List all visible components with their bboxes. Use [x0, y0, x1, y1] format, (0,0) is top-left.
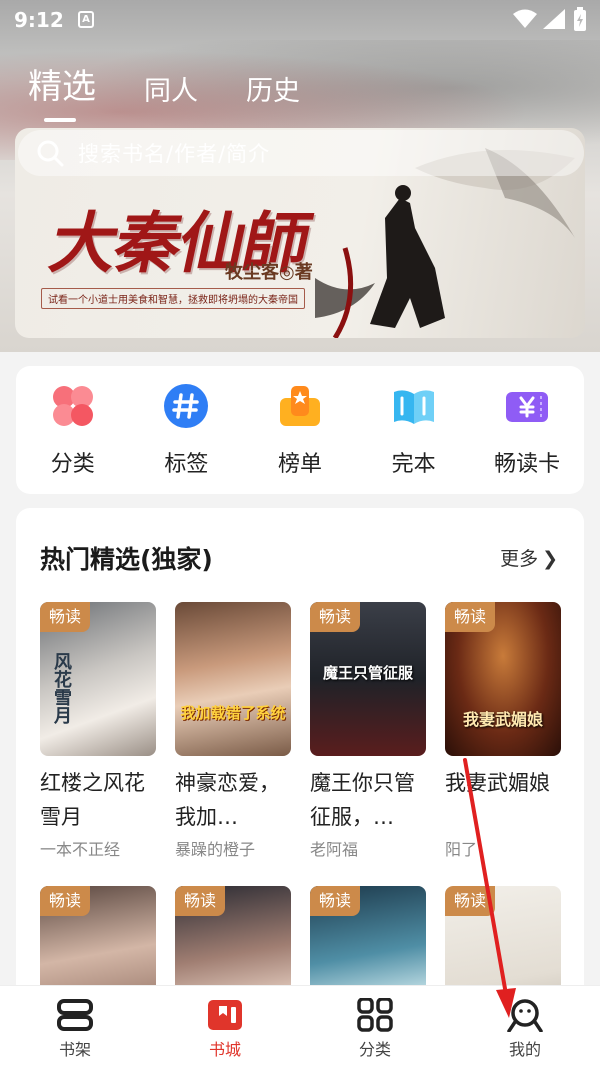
book-cover: 畅读 魔王只管征服 — [310, 602, 426, 756]
wifi-icon — [513, 9, 537, 28]
search-placeholder: 搜索书名/作者/简介 — [78, 142, 271, 166]
book-author: 阳了 — [445, 840, 478, 859]
book-cover: 我加载错了系统 — [175, 602, 291, 756]
battery-icon — [574, 7, 586, 31]
banner-slogan: 试看一个小道士用美食和智慧，拯救即将坍塌的大秦帝国 — [41, 288, 305, 309]
hashtag-icon — [164, 384, 209, 428]
bookstore-icon — [208, 1000, 242, 1030]
tag-badge: 畅读 — [445, 602, 495, 632]
banner-author: 牧尘客◎著 — [225, 262, 313, 283]
more-link[interactable]: 更多 ❯ — [500, 544, 558, 571]
entry-category[interactable]: 分类 — [16, 366, 130, 494]
category-grid-icon — [357, 998, 393, 1032]
signal-icon — [543, 9, 565, 29]
tab-featured[interactable]: 精选 — [28, 59, 96, 122]
book-card[interactable]: 畅读 魔王只管征服 魔王你只管征服，… 老阿福 — [310, 602, 426, 860]
book-author: 一本不正经 — [40, 840, 121, 859]
nav-bookshelf[interactable]: 书架 — [0, 986, 150, 1068]
section-title: 热门精选(独家) — [40, 545, 213, 574]
entry-completed-label: 完本 — [391, 452, 436, 477]
book-card[interactable]: 我加载错了系统 神豪恋爱，我加… 暴躁的橙子 — [175, 602, 291, 860]
more-label: 更多 — [500, 548, 539, 570]
profile-icon — [507, 999, 543, 1032]
book-title: 神豪恋爱，我加… — [175, 771, 280, 829]
nav-category[interactable]: 分类 — [300, 986, 450, 1068]
open-book-icon — [393, 390, 434, 424]
book-cover: 畅读 风花雪月 — [40, 602, 156, 756]
hot-picks-section: 热门精选(独家) 更多 ❯ 畅读 风花雪月 红楼之风花雪月 一本不正经 我加载错了… — [16, 508, 584, 1068]
ranking-icon — [279, 386, 320, 426]
cover-title: 魔王只管征服 — [322, 664, 413, 682]
nav-category-label: 分类 — [358, 1040, 391, 1059]
book-title: 红楼之风花雪月 — [40, 771, 145, 829]
entry-tags[interactable]: 标签 — [130, 366, 244, 494]
entry-completed[interactable]: 完本 — [357, 366, 471, 494]
tab-history[interactable]: 历史 — [246, 69, 300, 108]
tag-badge: 畅读 — [40, 602, 90, 632]
cover-title: 我妻武媚娘 — [462, 710, 543, 729]
book-title: 我妻武媚娘 — [445, 771, 550, 795]
quick-entry-bar: 分类 标签 榜单 完本 畅读卡 — [16, 366, 584, 494]
book-author: 老阿福 — [310, 840, 359, 859]
entry-ranking[interactable]: 榜单 — [243, 366, 357, 494]
status-bar: 9:12 A — [0, 0, 600, 40]
book-title: 魔王你只管征服，… — [310, 771, 415, 829]
nav-profile[interactable]: 我的 — [450, 986, 600, 1068]
entry-tags-label: 标签 — [164, 452, 209, 477]
nav-bookshelf-label: 书架 — [58, 1040, 91, 1059]
entry-read-card[interactable]: 畅读卡 — [470, 366, 584, 494]
book-author: 暴躁的橙子 — [175, 840, 256, 859]
cover-title: 我加载错了系统 — [180, 704, 286, 722]
tab-fanfic[interactable]: 同人 — [144, 69, 198, 108]
tag-badge: 畅读 — [310, 886, 360, 916]
chevron-right-icon: ❯ — [542, 548, 558, 570]
cover-title: 风花雪月 — [51, 652, 72, 724]
nav-profile-label: 我的 — [508, 1040, 541, 1059]
search-icon — [37, 140, 64, 167]
book-card[interactable]: 畅读 风花雪月 红楼之风花雪月 一本不正经 — [40, 602, 156, 860]
bookshelf-icon — [57, 999, 93, 1031]
clover-icon — [52, 386, 93, 426]
entry-category-label: 分类 — [50, 452, 95, 477]
top-tabs: 精选 同人 历史 — [28, 58, 348, 122]
entry-read-card-label: 畅读卡 — [494, 452, 561, 477]
yen-ticket-icon — [506, 392, 549, 422]
nav-bookstore-label: 书城 — [208, 1040, 241, 1059]
search-bar[interactable]: 搜索书名/作者/简介 — [18, 130, 584, 176]
status-time: 9:12 — [14, 8, 64, 32]
tag-badge: 畅读 — [40, 886, 90, 916]
book-card[interactable]: 畅读 我妻武媚娘 我妻武媚娘 阳了 — [445, 602, 561, 860]
notification-a-icon: A — [78, 11, 94, 28]
hero-header: 9:12 A 精选 同人 历史 大秦仙師 牧尘客◎著 试看一个小道士用美食和智慧… — [0, 0, 600, 352]
nav-bookstore[interactable]: 书城 — [150, 986, 300, 1068]
bottom-nav: 书架 书城 分类 我的 — [0, 985, 600, 1068]
entry-ranking-label: 榜单 — [277, 452, 322, 477]
book-cover: 畅读 我妻武媚娘 — [445, 602, 561, 756]
tag-badge: 畅读 — [175, 886, 225, 916]
tag-badge: 畅读 — [445, 886, 495, 916]
tag-badge: 畅读 — [310, 602, 360, 632]
